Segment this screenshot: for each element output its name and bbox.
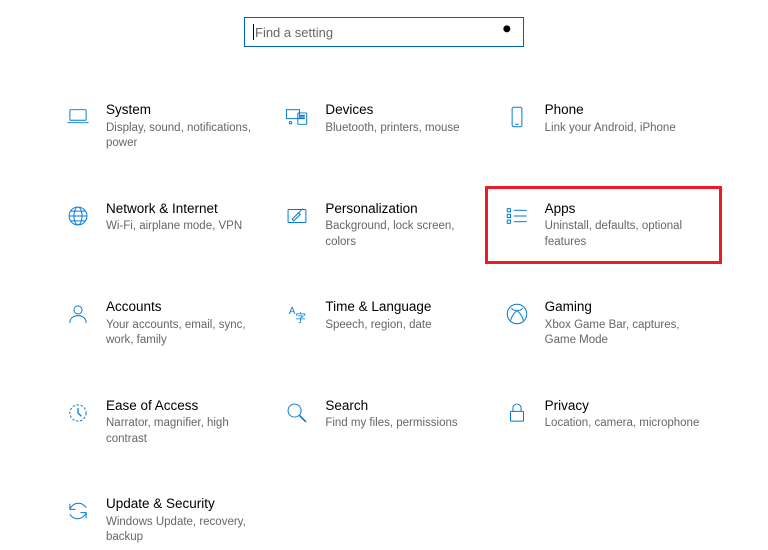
tile-title: Apps <box>545 200 704 218</box>
tile-update-security[interactable]: Update & Security Windows Update, recove… <box>60 491 269 550</box>
tile-desc: Background, lock screen, colors <box>325 219 484 250</box>
devices-icon <box>283 103 311 131</box>
person-icon <box>64 300 92 328</box>
search-bar-container <box>0 0 768 47</box>
tile-title: Phone <box>545 101 704 119</box>
tile-title: System <box>106 101 265 119</box>
tile-title: Ease of Access <box>106 397 265 415</box>
tile-phone[interactable]: Phone Link your Android, iPhone <box>499 97 708 156</box>
list-icon <box>503 202 531 230</box>
tile-desc: Speech, region, date <box>325 318 484 334</box>
tile-desc: Wi-Fi, airplane mode, VPN <box>106 219 265 235</box>
tile-desc: Location, camera, microphone <box>545 416 704 432</box>
language-icon: A字 <box>283 300 311 328</box>
tile-desc: Narrator, magnifier, high contrast <box>106 416 265 447</box>
accessibility-icon <box>64 399 92 427</box>
tile-title: Update & Security <box>106 495 265 513</box>
tile-network[interactable]: Network & Internet Wi-Fi, airplane mode,… <box>60 196 269 255</box>
tile-desc: Bluetooth, printers, mouse <box>325 121 484 137</box>
tile-title: Time & Language <box>325 298 484 316</box>
tile-system[interactable]: System Display, sound, notifications, po… <box>60 97 269 156</box>
tile-title: Network & Internet <box>106 200 265 218</box>
text-cursor <box>253 24 254 40</box>
tile-title: Search <box>325 397 484 415</box>
tile-desc: Xbox Game Bar, captures, Game Mode <box>545 318 704 349</box>
globe-icon <box>64 202 92 230</box>
search-icon <box>501 23 515 42</box>
tile-title: Privacy <box>545 397 704 415</box>
tile-time-language[interactable]: A字 Time & Language Speech, region, date <box>279 294 488 353</box>
paintbrush-icon <box>283 202 311 230</box>
tile-desc: Your accounts, email, sync, work, family <box>106 318 265 349</box>
tile-title: Gaming <box>545 298 704 316</box>
xbox-icon <box>503 300 531 328</box>
settings-grid: System Display, sound, notifications, po… <box>0 47 768 550</box>
magnifier-icon <box>283 399 311 427</box>
tile-accounts[interactable]: Accounts Your accounts, email, sync, wor… <box>60 294 269 353</box>
tile-title: Accounts <box>106 298 265 316</box>
tile-devices[interactable]: Devices Bluetooth, printers, mouse <box>279 97 488 156</box>
laptop-icon <box>64 103 92 131</box>
search-input[interactable] <box>255 25 501 40</box>
lock-icon <box>503 399 531 427</box>
tile-desc: Windows Update, recovery, backup <box>106 515 265 546</box>
tile-desc: Link your Android, iPhone <box>545 121 704 137</box>
tile-personalization[interactable]: Personalization Background, lock screen,… <box>279 196 488 255</box>
tile-gaming[interactable]: Gaming Xbox Game Bar, captures, Game Mod… <box>499 294 708 353</box>
tile-desc: Find my files, permissions <box>325 416 484 432</box>
tile-title: Devices <box>325 101 484 119</box>
tile-apps[interactable]: Apps Uninstall, defaults, optional featu… <box>485 186 722 265</box>
phone-icon <box>503 103 531 131</box>
search-box[interactable] <box>244 17 524 47</box>
svg-text:字: 字 <box>296 311 307 324</box>
tile-ease-of-access[interactable]: Ease of Access Narrator, magnifier, high… <box>60 393 269 452</box>
tile-desc: Display, sound, notifications, power <box>106 121 265 152</box>
tile-privacy[interactable]: Privacy Location, camera, microphone <box>499 393 708 452</box>
tile-desc: Uninstall, defaults, optional features <box>545 219 704 250</box>
tile-title: Personalization <box>325 200 484 218</box>
sync-icon <box>64 497 92 525</box>
tile-search[interactable]: Search Find my files, permissions <box>279 393 488 452</box>
